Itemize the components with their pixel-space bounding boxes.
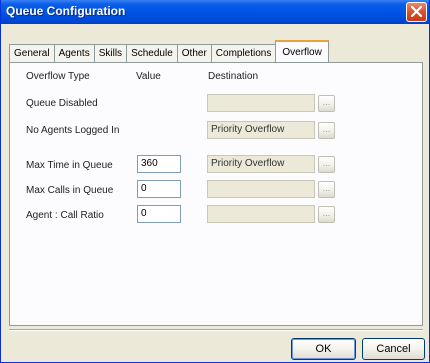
header-destination: Destination [208, 71, 259, 82]
value-field-agent-call-ratio[interactable]: 0 [137, 205, 181, 223]
close-button[interactable] [406, 2, 427, 22]
tab-skills[interactable]: Skills [93, 44, 128, 62]
tab-strip: General Agents Skills Schedule Other Com… [9, 40, 329, 62]
header-overflow-type: Overflow Type [26, 71, 90, 82]
browse-button-no-agents[interactable]: ... [318, 122, 335, 139]
overflow-panel: Overflow Type Value Destination Queue Di… [9, 62, 423, 326]
browse-button-queue-disabled[interactable]: ... [318, 95, 335, 112]
row-label-no-agents: No Agents Logged In [26, 125, 120, 136]
row-label-max-calls: Max Calls in Queue [26, 185, 114, 196]
ok-button[interactable]: OK [291, 338, 356, 360]
destination-field-no-agents[interactable]: Priority Overflow [207, 121, 315, 139]
tab-schedule[interactable]: Schedule [126, 44, 178, 62]
browse-button-max-calls[interactable]: ... [318, 181, 335, 198]
title-bar[interactable]: Queue Configuration [1, 0, 429, 24]
browse-button-max-time[interactable]: ... [318, 156, 335, 173]
destination-field-queue-disabled[interactable] [207, 94, 315, 112]
header-value: Value [136, 71, 161, 82]
row-label-agent-call-ratio: Agent : Call Ratio [26, 210, 104, 221]
row-label-max-time: Max Time in Queue [26, 160, 113, 171]
browse-button-agent-call-ratio[interactable]: ... [318, 206, 335, 223]
destination-field-max-time[interactable]: Priority Overflow [207, 155, 315, 173]
destination-field-max-calls[interactable] [207, 180, 315, 198]
value-field-max-time[interactable]: 360 [137, 155, 181, 173]
queue-configuration-dialog: Queue Configuration General Agents Skill… [0, 0, 430, 363]
destination-field-agent-call-ratio[interactable] [207, 205, 315, 223]
tab-agents[interactable]: Agents [53, 44, 95, 62]
tab-overflow[interactable]: Overflow [275, 40, 329, 62]
cancel-button[interactable]: Cancel [362, 338, 425, 360]
tab-other[interactable]: Other [176, 44, 212, 62]
tab-general[interactable]: General [9, 44, 55, 62]
window-title: Queue Configuration [6, 4, 126, 18]
close-icon [411, 6, 422, 17]
footer-divider [9, 329, 423, 331]
tab-completions[interactable]: Completions [210, 44, 277, 62]
value-field-max-calls[interactable]: 0 [137, 180, 181, 198]
row-label-queue-disabled: Queue Disabled [26, 98, 98, 109]
